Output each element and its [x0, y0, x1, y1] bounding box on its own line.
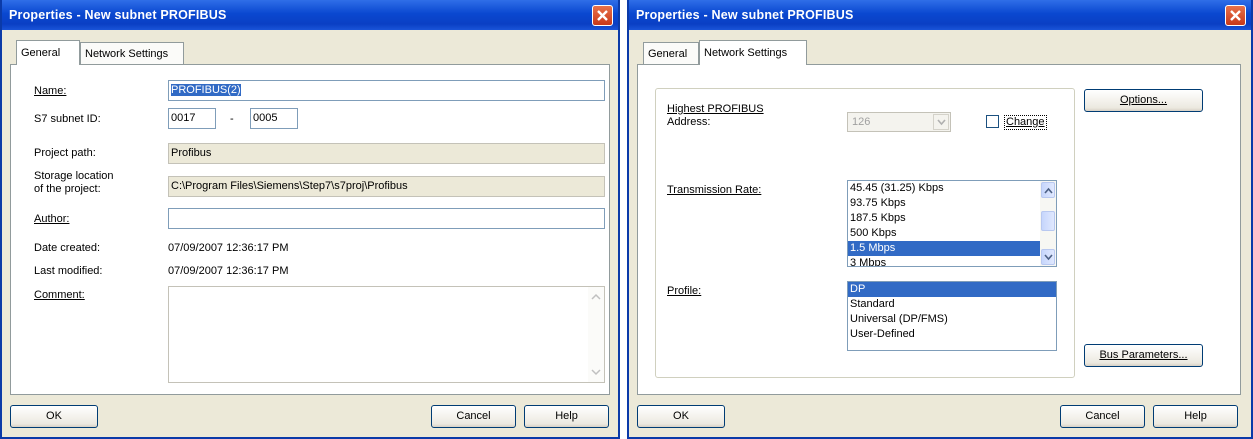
network-settings-panel: Highest PROFIBUS Address: 126 Change Tra…: [637, 64, 1241, 395]
transmission-rate-option[interactable]: 3 Mbps: [848, 256, 1056, 266]
profile-option[interactable]: DP: [848, 282, 1056, 297]
profile-list[interactable]: DP Standard Universal (DP/FMS) User-Defined: [847, 281, 1057, 351]
change-label[interactable]: Change: [1004, 115, 1047, 130]
tab-general[interactable]: General: [16, 40, 80, 65]
options-label: Options...: [1119, 94, 1168, 106]
cancel-button[interactable]: Cancel: [431, 405, 516, 428]
bus-parameters-label: Bus Parameters...: [1099, 349, 1188, 361]
highest-address-dropdown: 126: [847, 112, 951, 132]
general-panel: Name: PROFIBUS(2) S7 subnet ID: 0017 - 0…: [10, 64, 610, 395]
name-value: PROFIBUS(2): [171, 84, 241, 96]
close-button[interactable]: [592, 5, 613, 26]
transmission-rate-option[interactable]: 93.75 Kbps: [848, 196, 1056, 211]
comment-textarea[interactable]: [168, 286, 605, 383]
project-path-field: Profibus: [168, 143, 605, 164]
profile-items: DP Standard Universal (DP/FMS) User-Defined: [848, 282, 1056, 342]
properties-dialog-network-settings: Properties - New subnet PROFIBUS General…: [627, 0, 1253, 439]
close-button[interactable]: [1225, 5, 1246, 26]
settings-group: Highest PROFIBUS Address: 126 Change Tra…: [655, 88, 1075, 378]
subnet-id-separator: -: [230, 113, 234, 125]
comment-scrollbar[interactable]: [588, 287, 604, 382]
close-icon: [1230, 10, 1241, 21]
name-field[interactable]: PROFIBUS(2): [168, 80, 605, 101]
last-modified-value: 07/09/2007 12:36:17 PM: [168, 265, 289, 277]
storage-location-label-1: Storage location: [34, 170, 114, 182]
author-label: Author:: [34, 213, 70, 225]
transmission-rate-items: 45.45 (31.25) Kbps 93.75 Kbps 187.5 Kbps 50…: [848, 181, 1056, 266]
last-modified-label: Last modified:: [34, 265, 103, 277]
profile-option[interactable]: Standard: [848, 297, 1056, 312]
scroll-down-icon: [591, 369, 601, 376]
cancel-button[interactable]: Cancel: [1060, 405, 1145, 428]
transmission-rate-option[interactable]: 1.5 Mbps: [848, 241, 1056, 256]
properties-dialog-general: Properties - New subnet PROFIBUS General…: [0, 0, 620, 439]
window-title: Properties - New subnet PROFIBUS: [9, 8, 227, 22]
help-button[interactable]: Help: [1153, 405, 1238, 428]
scroll-down-button[interactable]: [1041, 249, 1055, 265]
chevron-up-icon: [1044, 187, 1053, 194]
window-title: Properties - New subnet PROFIBUS: [636, 8, 854, 22]
highest-address-label-2: Address:: [667, 116, 711, 128]
options-button[interactable]: Options...: [1084, 89, 1203, 112]
ok-button[interactable]: OK: [637, 405, 725, 428]
author-field[interactable]: [168, 208, 605, 229]
highest-address-value: 126: [852, 116, 871, 128]
transmission-rate-label: Transmission Rate:: [667, 184, 762, 196]
tab-general[interactable]: General: [643, 42, 699, 64]
project-path-label: Project path:: [34, 147, 96, 159]
transmission-rate-option[interactable]: 500 Kbps: [848, 226, 1056, 241]
scroll-thumb[interactable]: [1041, 211, 1055, 231]
scroll-up-button[interactable]: [1041, 182, 1055, 198]
transmission-rate-scrollbar[interactable]: [1040, 181, 1056, 266]
date-created-value: 07/09/2007 12:36:17 PM: [168, 242, 289, 254]
transmission-rate-option[interactable]: 45.45 (31.25) Kbps: [848, 181, 1056, 196]
scroll-up-icon: [591, 293, 601, 300]
tab-network-settings[interactable]: Network Settings: [80, 42, 184, 64]
profile-option[interactable]: User-Defined: [848, 327, 1056, 342]
subnet-id-field-1[interactable]: 0017: [168, 108, 216, 129]
profile-label: Profile:: [667, 285, 702, 297]
tab-network-settings[interactable]: Network Settings: [699, 40, 807, 65]
transmission-rate-option[interactable]: 187.5 Kbps: [848, 211, 1056, 226]
date-created-label: Date created:: [34, 242, 101, 254]
transmission-rate-list[interactable]: 45.45 (31.25) Kbps 93.75 Kbps 187.5 Kbps 50…: [847, 180, 1057, 267]
bus-parameters-button[interactable]: Bus Parameters...: [1084, 344, 1203, 367]
title-bar[interactable]: Properties - New subnet PROFIBUS: [629, 0, 1251, 30]
close-icon: [597, 10, 608, 21]
comment-label: Comment:: [34, 289, 85, 301]
dropdown-button: [933, 114, 949, 130]
title-bar[interactable]: Properties - New subnet PROFIBUS: [2, 0, 618, 30]
highest-address-label-1: Highest PROFIBUS: [667, 103, 764, 115]
subnet-id-field-2[interactable]: 0005: [250, 108, 298, 129]
chevron-down-icon: [937, 119, 946, 126]
help-button[interactable]: Help: [524, 405, 609, 428]
storage-location-label-2: of the project:: [34, 183, 101, 195]
name-label: Name:: [34, 85, 67, 97]
profile-option[interactable]: Universal (DP/FMS): [848, 312, 1056, 327]
ok-button[interactable]: OK: [10, 405, 98, 428]
chevron-down-icon: [1044, 254, 1053, 261]
change-checkbox[interactable]: [986, 115, 999, 128]
storage-location-field: C:\Program Files\Siemens\Step7\s7proj\Pr…: [168, 176, 605, 197]
subnet-id-label: S7 subnet ID:: [34, 113, 101, 125]
